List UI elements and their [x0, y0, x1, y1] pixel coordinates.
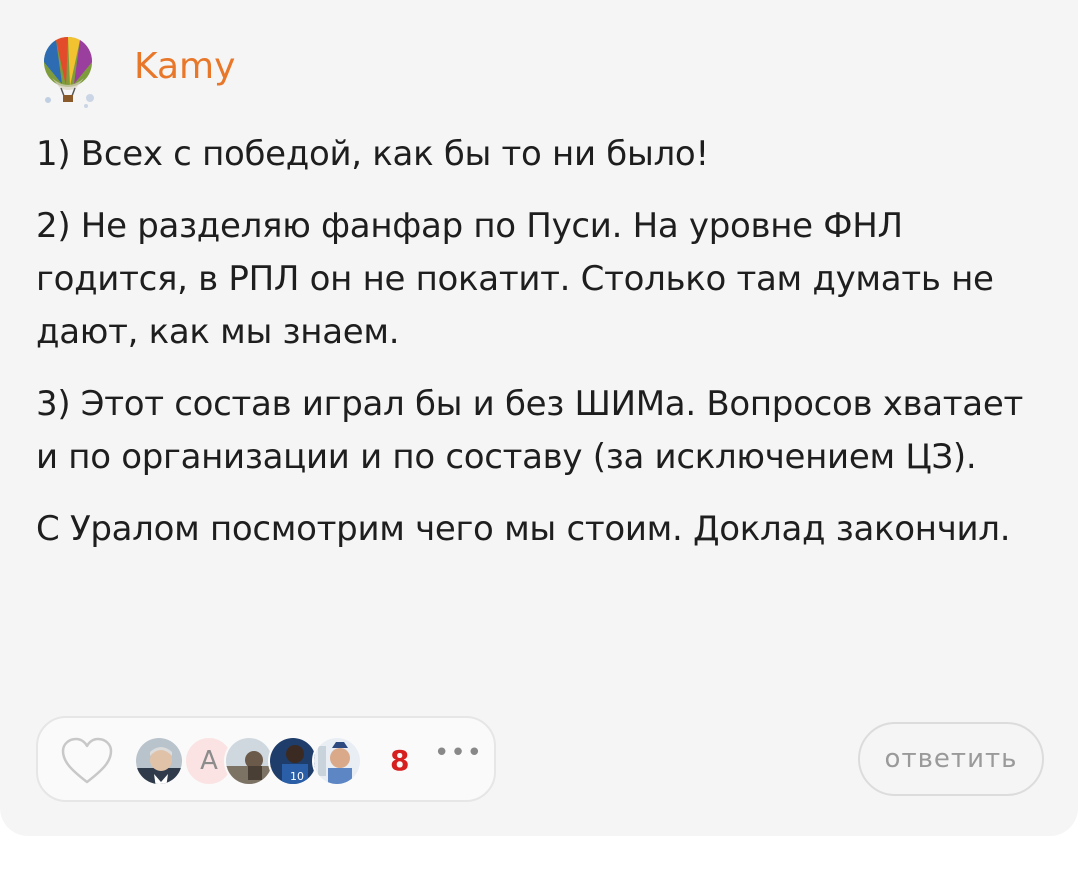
heart-outline-icon[interactable]	[60, 736, 114, 786]
comment-paragraph: 3) Этот состав играл бы и без ШИМа. Вопр…	[36, 384, 1023, 477]
author-name[interactable]: Kamy	[134, 49, 235, 85]
reaction-count[interactable]: 8	[390, 744, 409, 777]
svg-text:10: 10	[290, 770, 304, 783]
reactor-avatar[interactable]	[312, 736, 362, 786]
comment-author: Kamy	[38, 34, 235, 110]
reactor-avatar[interactable]	[224, 736, 274, 786]
more-reactions-button[interactable]: •••	[434, 738, 483, 768]
hot-air-balloon-icon[interactable]	[38, 34, 106, 110]
reactions-bar[interactable]: A 10 8 •••	[36, 716, 496, 802]
comment-paragraph: С Уралом посмотрим чего мы стоим. Доклад…	[36, 509, 1011, 549]
reactor-avatar[interactable]	[134, 736, 184, 786]
reply-button[interactable]: ответить	[858, 722, 1044, 796]
comment-paragraph: 1) Всех с победой, как бы то ни было!	[36, 134, 709, 174]
comment-body: 1) Всех с победой, как бы то ни было! 2)…	[36, 128, 1046, 575]
comment-card: Kamy 1) Всех с победой, как бы то ни был…	[0, 0, 1078, 836]
comment-paragraph: 2) Не разделяю фанфар по Пуси. На уровне…	[36, 206, 994, 352]
reactor-avatar[interactable]: 10	[268, 736, 318, 786]
